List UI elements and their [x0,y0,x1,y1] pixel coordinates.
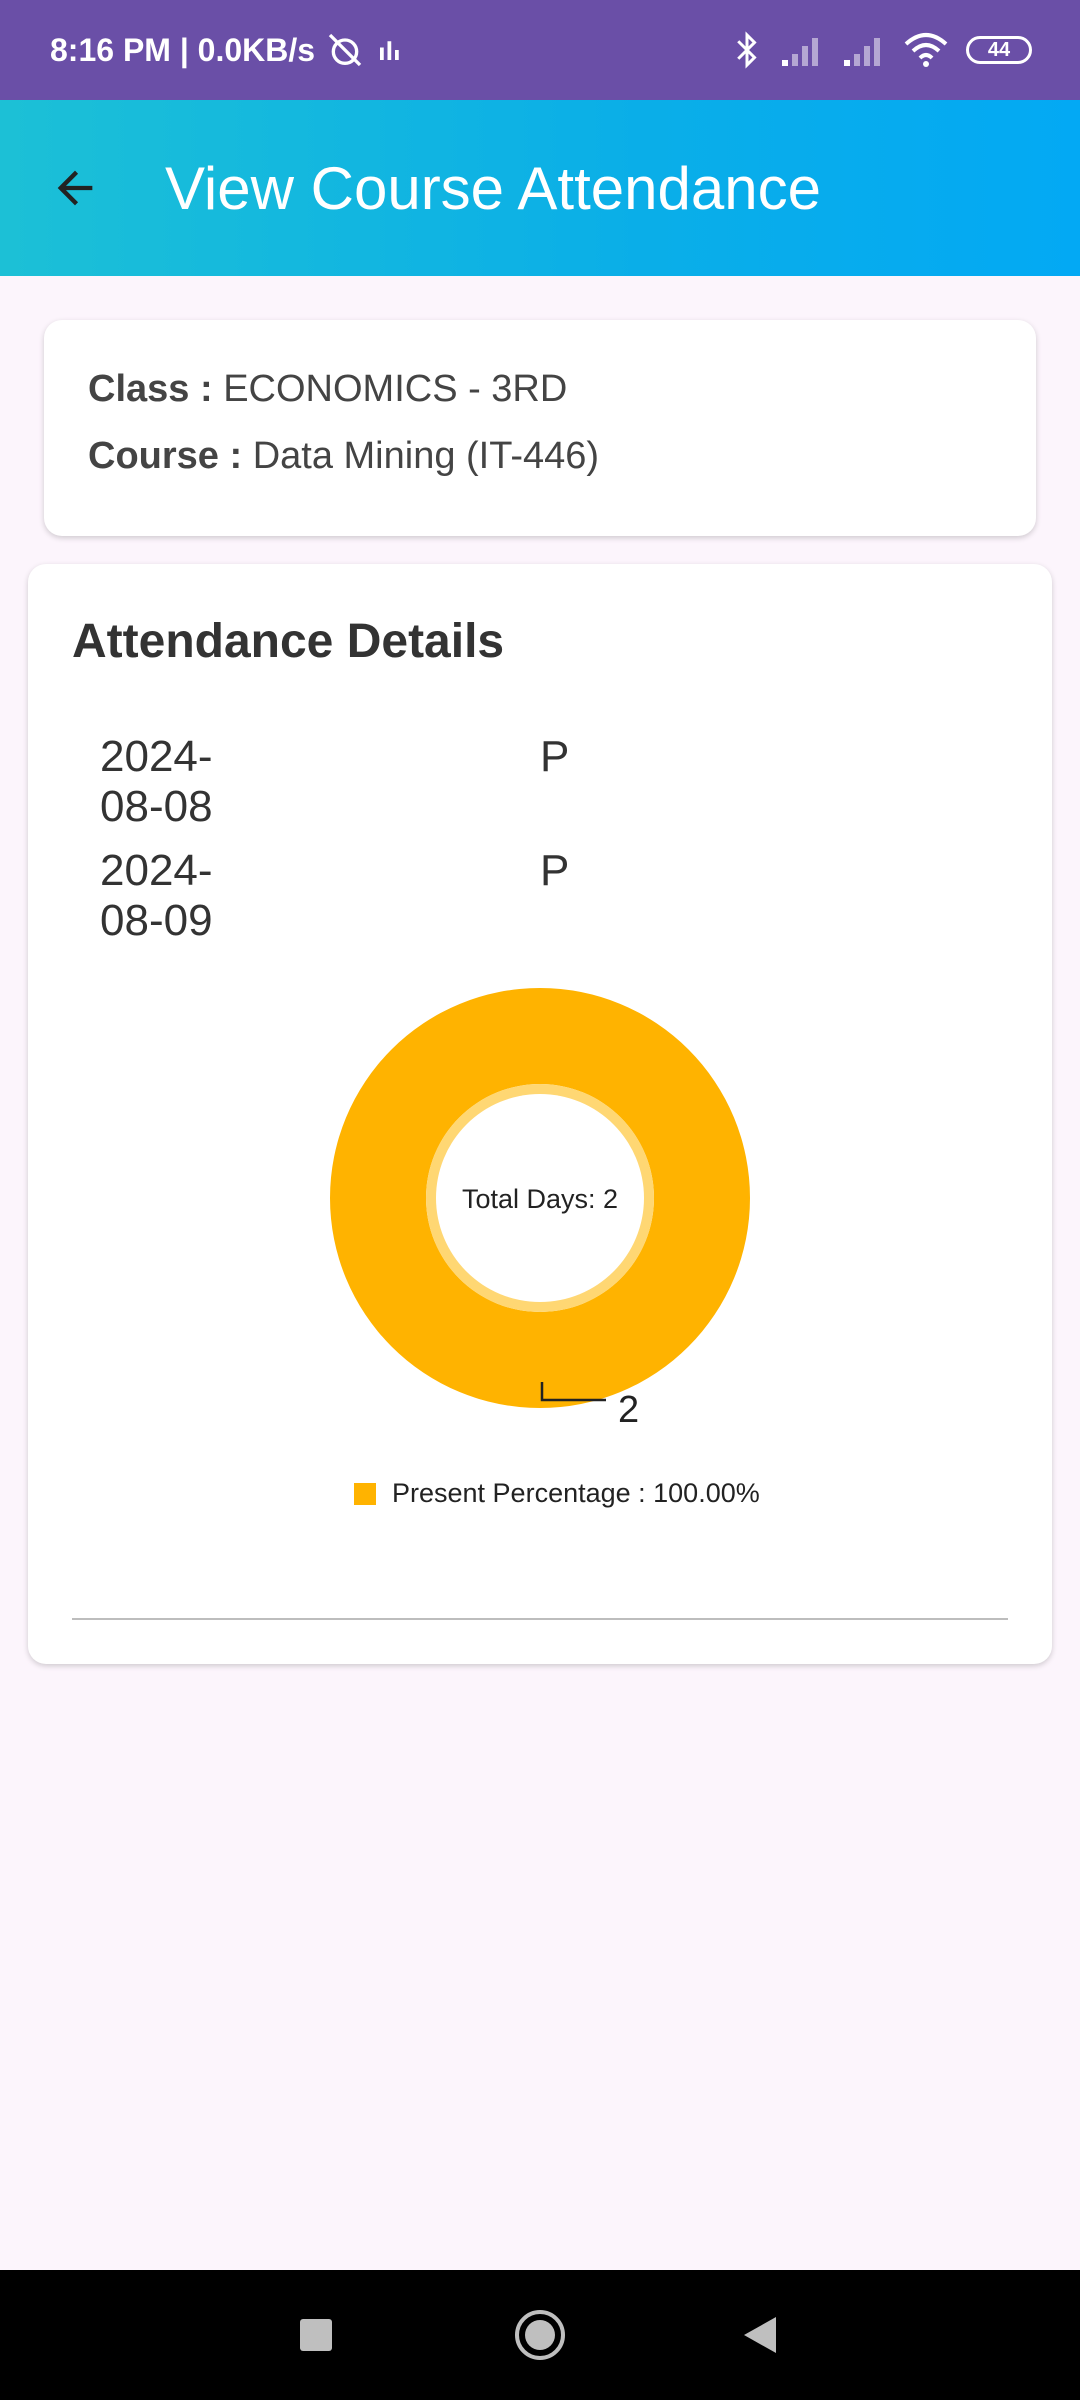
status-bar: 8:16 PM | 0.0KB/s 44 [0,0,1080,100]
app-bar: View Course Attendance [0,100,1080,276]
circle-home-icon [515,2310,565,2360]
back-button[interactable] [0,100,150,276]
slice-value-label: 2 [618,1389,639,1431]
page-title: View Course Attendance [165,154,821,222]
course-label: Course : [88,435,243,477]
home-button[interactable] [480,2270,600,2400]
triangle-back-icon [744,2317,776,2353]
status-right: 44 [732,31,1032,69]
course-row: Course : Data Mining (IT-446) [88,435,992,478]
class-label: Class : [88,368,213,410]
donut-center-text: Total Days: 2 [462,1184,618,1214]
course-value: Data Mining (IT-446) [252,435,600,477]
course-info-card: Class : ECONOMICS - 3RD Course : Data Mi… [44,320,1036,536]
status-left: 8:16 PM | 0.0KB/s [50,30,405,70]
legend-swatch-present [354,1482,376,1505]
alarm-off-icon [328,33,362,67]
attendance-card: Attendance Details 2024-08-08 P 2024-08-… [28,564,1052,1664]
attendance-donut-chart: Total Days: 2 2 [330,988,750,1431]
chart-legend: Present Percentage : 100.00% [354,1478,760,1509]
class-row: Class : ECONOMICS - 3RD [88,368,992,411]
data-activity-icon [380,41,399,60]
bluetooth-icon [737,31,757,69]
arrow-back-icon [57,170,93,206]
legend-label-present: Present Percentage : 100.00% [392,1478,760,1508]
cell-signal-2-icon [844,38,880,66]
wifi-icon [904,33,948,67]
square-icon [300,2319,332,2351]
status-time: 8:16 PM | 0.0KB/s [50,31,316,68]
class-value: ECONOMICS - 3RD [223,368,568,410]
cell-signal-1-icon [782,38,818,66]
back-nav-button[interactable] [700,2270,820,2400]
recents-button[interactable] [256,2270,376,2400]
divider [72,1618,1008,1620]
system-nav-bar [0,2270,1080,2400]
battery-icon: 44 [966,36,1032,64]
